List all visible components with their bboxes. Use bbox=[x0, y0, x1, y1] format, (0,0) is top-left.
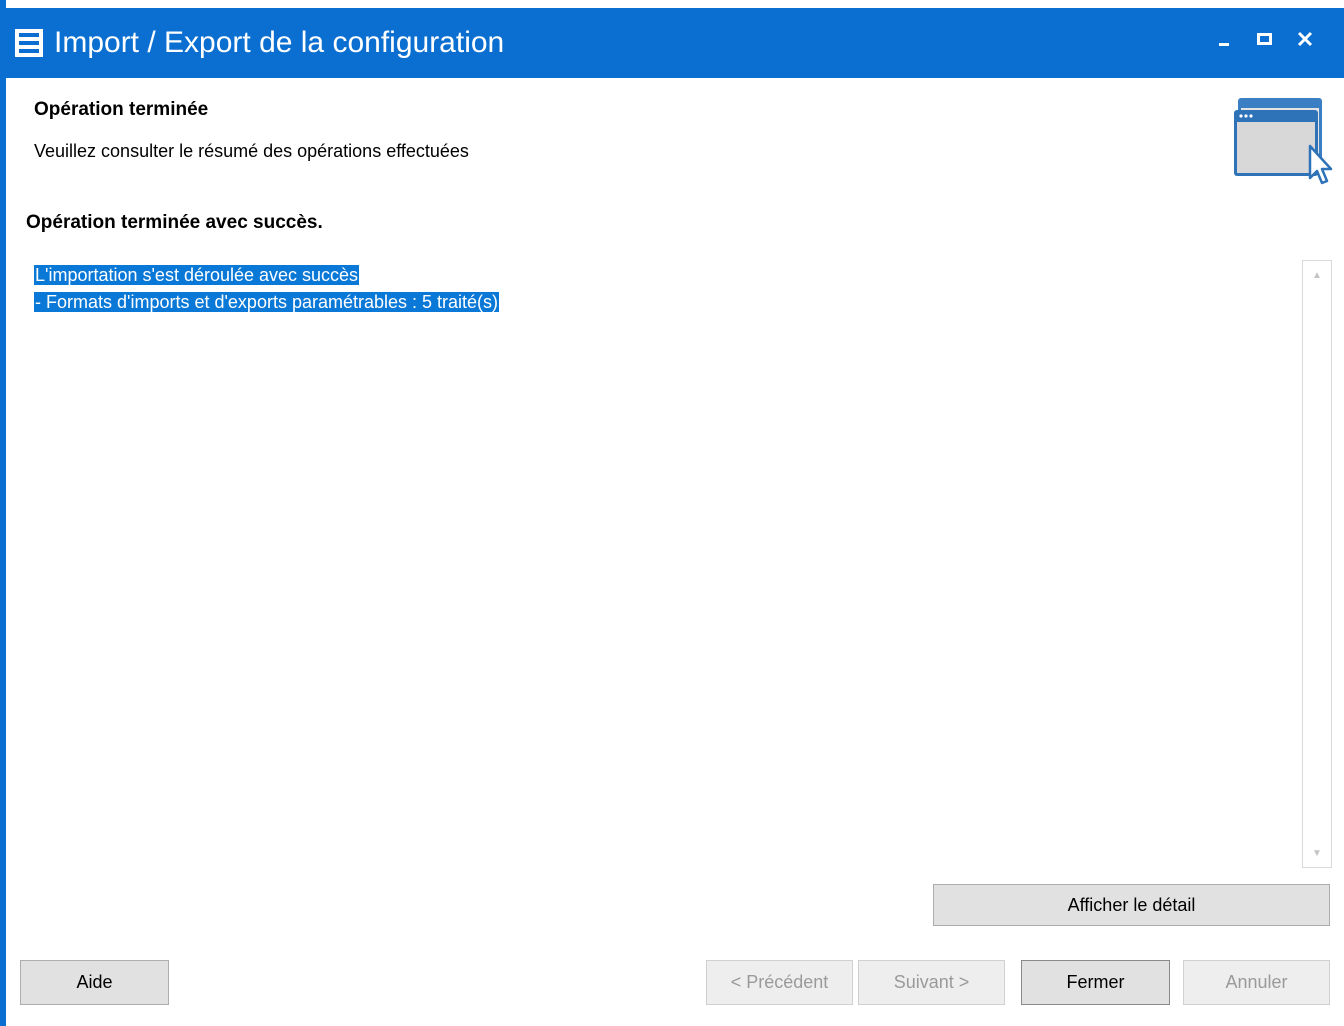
show-details-button[interactable]: Afficher le détail bbox=[933, 884, 1330, 926]
app-list-icon bbox=[15, 29, 43, 57]
dialog-window: Import / Export de la configuration Opér… bbox=[0, 0, 1344, 1026]
close-icon bbox=[1297, 31, 1313, 47]
minimize-icon bbox=[1219, 43, 1229, 46]
window-title: Import / Export de la configuration bbox=[54, 26, 505, 59]
log-line: - Formats d'imports et d'exports paramét… bbox=[34, 292, 500, 312]
log-textarea[interactable]: L'importation s'est déroulée avec succès… bbox=[26, 256, 1336, 874]
minimize-button[interactable] bbox=[1214, 28, 1236, 50]
window-cursor-icon bbox=[1234, 98, 1333, 185]
log-line: L'importation s'est déroulée avec succès bbox=[34, 265, 360, 285]
maximize-icon bbox=[1257, 33, 1272, 45]
status-message: Opération terminée avec succès. bbox=[26, 212, 323, 233]
page-subtitle: Veuillez consulter le résumé des opérati… bbox=[34, 141, 469, 161]
help-button[interactable]: Aide bbox=[20, 960, 169, 1005]
page-title: Opération terminée bbox=[34, 99, 209, 120]
title-bar[interactable]: Import / Export de la configuration bbox=[6, 8, 1344, 78]
close-dialog-button[interactable]: Fermer bbox=[1021, 960, 1170, 1005]
scroll-up-arrow-icon[interactable]: ▲ bbox=[1303, 261, 1331, 289]
previous-button[interactable]: < Précédent bbox=[706, 960, 853, 1005]
log-content: L'importation s'est déroulée avec succès… bbox=[34, 262, 500, 316]
window-controls bbox=[1214, 28, 1316, 50]
maximize-button[interactable] bbox=[1254, 28, 1276, 50]
vertical-scrollbar[interactable]: ▲ ▼ bbox=[1302, 260, 1332, 868]
scroll-down-arrow-icon[interactable]: ▼ bbox=[1303, 839, 1331, 867]
cancel-button[interactable]: Annuler bbox=[1183, 960, 1330, 1005]
close-button[interactable] bbox=[1294, 28, 1316, 50]
next-button[interactable]: Suivant > bbox=[858, 960, 1005, 1005]
